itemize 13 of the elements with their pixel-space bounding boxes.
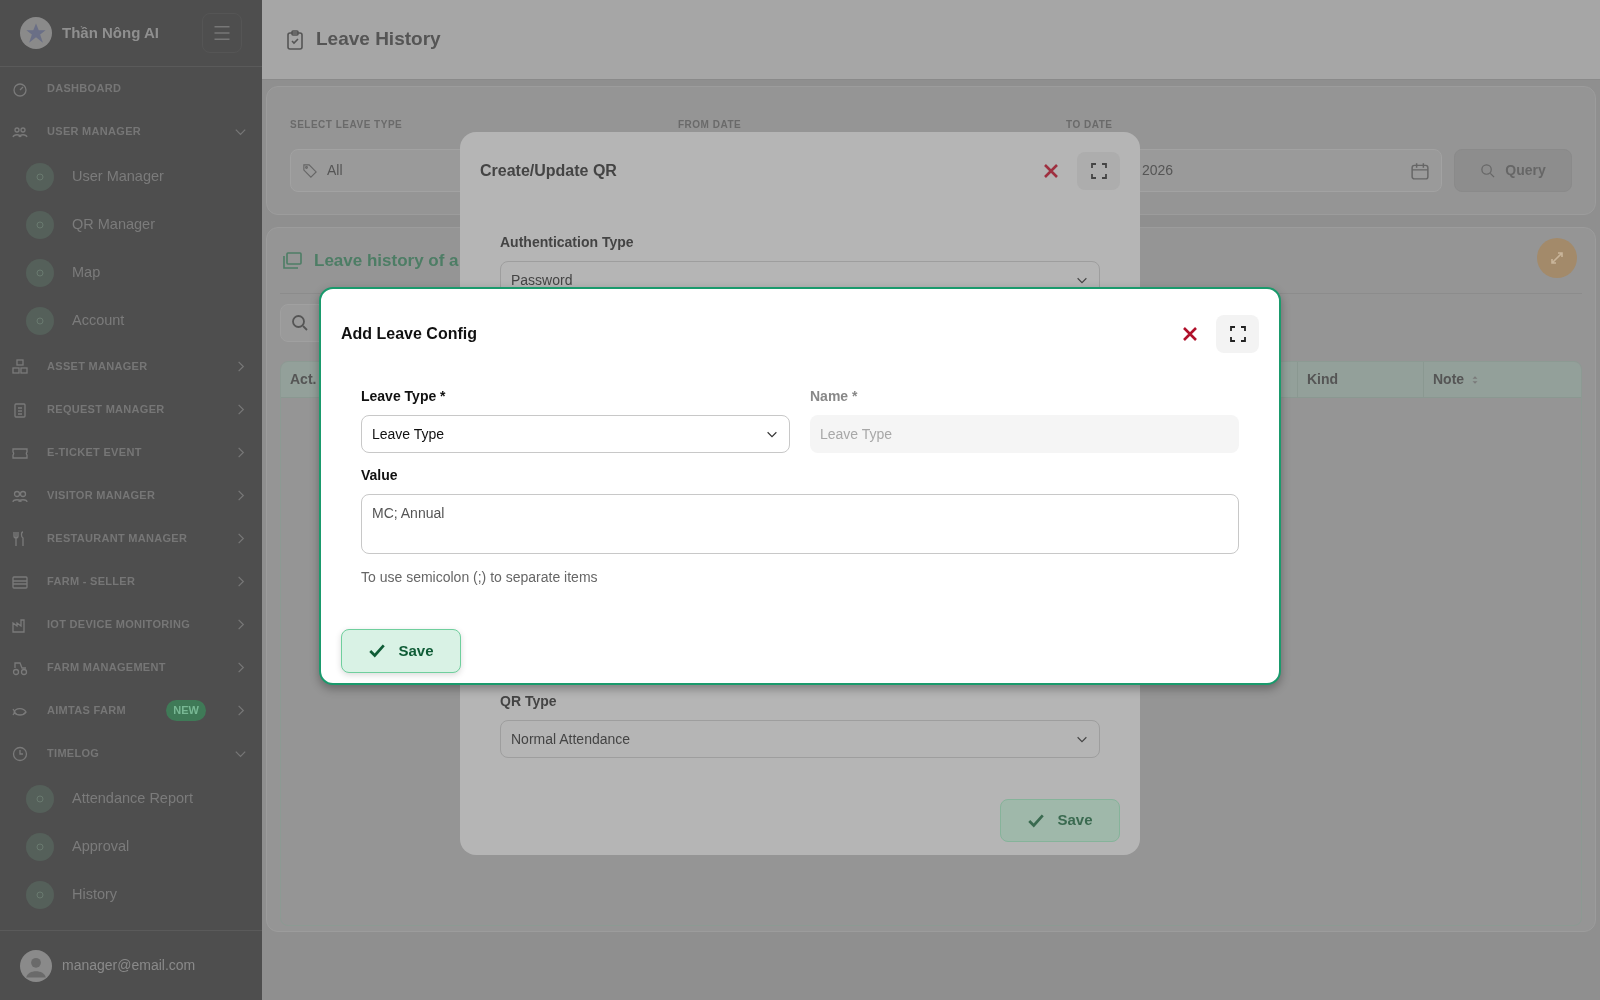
field-label: Value (361, 466, 399, 485)
field-label: Authentication Type (500, 233, 635, 252)
user-email: manager@email.com (62, 956, 196, 975)
modal-title: Add Leave Config (341, 324, 478, 344)
field-label: Name * (810, 387, 859, 406)
field-label: QR Type (500, 692, 558, 711)
field-label: Leave Type * (361, 387, 447, 406)
modal-title: Create/Update QR (480, 161, 618, 181)
hint-text: To use semicolon (;) to separate items (361, 568, 599, 587)
new-badge: NEW (166, 700, 206, 721)
page-title: Leave History (316, 27, 441, 52)
card-title: Leave history of a (314, 249, 459, 272)
brand-name: Thần Nông AI (62, 22, 160, 43)
